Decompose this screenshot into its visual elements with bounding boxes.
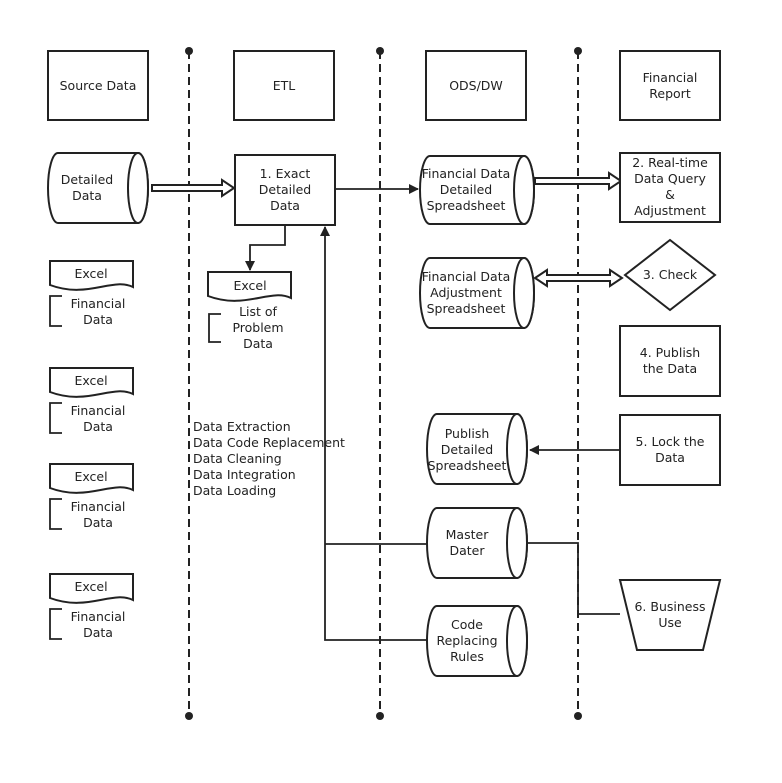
excel-doc-2-text: Excel: [74, 469, 107, 484]
financial-data-2-text: Data: [83, 515, 113, 530]
step2-text: Adjustment: [634, 203, 706, 218]
financial-data-bracket-3: [49, 608, 62, 640]
lane-header-report-text: Report: [649, 86, 691, 101]
excel-doc-3-text: Excel: [74, 579, 107, 594]
excel-doc-1-text: Excel: [74, 373, 107, 388]
lane-header-report-text: Financial: [643, 70, 698, 85]
publish-spreadsheet-text: Detailed: [441, 442, 493, 457]
lane-header-ods-text: ODS/DW: [449, 78, 503, 93]
code-rules-text: Rules: [450, 649, 484, 664]
step2-text: Data Query: [634, 171, 706, 186]
detailed-data-cylinder-end: [127, 152, 149, 224]
financial-data-3-text: Financial: [71, 609, 126, 624]
step2-text: 2. Real-time: [632, 155, 708, 170]
lane-header-source-text: Source Data: [60, 78, 137, 93]
code-rules-text: Replacing: [436, 633, 497, 648]
lane-divider-dot: [376, 712, 384, 720]
financial-data-2-text: Financial: [71, 499, 126, 514]
step1-text: Detailed: [259, 182, 311, 197]
swimlane-diagram: Source Data ETL ODS/DW Financial Report Detai…: [0, 0, 782, 783]
step5-text: Data: [655, 450, 685, 465]
problem-list-text: Problem: [232, 320, 283, 335]
financial-data-bracket-0: [49, 295, 62, 327]
financial-data-bracket-1: [49, 402, 62, 434]
detailed-data-text: Detailed: [61, 172, 113, 187]
problem-list-bracket: [208, 313, 221, 343]
code-rules-text: Code: [451, 617, 483, 632]
etl-operation: Data Loading: [193, 483, 276, 498]
diagram-canvas: Source Data ETL ODS/DWFinancialReportDetai…: [47, 47, 722, 720]
lane-divider-dot: [185, 712, 193, 720]
lane-header-etl-text: ETL: [273, 78, 296, 93]
adjust-spreadsheet-text: Financial Data: [422, 269, 511, 284]
step2-text: &: [665, 187, 675, 202]
step3-text: 3. Check: [643, 267, 698, 282]
lane-divider-dot: [574, 47, 582, 55]
adjust-spreadsheet-text: Spreadsheet: [427, 301, 506, 316]
step4-text: the Data: [643, 361, 697, 376]
financial-data-1-text: Financial: [71, 403, 126, 418]
detailed-spreadsheet-cylinder-end: [513, 155, 535, 225]
code-rules-cylinder-end: [506, 605, 528, 677]
arrow-code-to-step1: [320, 226, 427, 641]
step5-text: 5. Lock the: [636, 434, 705, 449]
lane-divider-dot: [376, 47, 384, 55]
arrow-detailed-to-step1: [151, 178, 236, 198]
financial-data-0-text: Financial: [71, 296, 126, 311]
adjust-spreadsheet-text: Adjustment: [430, 285, 502, 300]
publish-spreadsheet-text: Publish: [445, 426, 490, 441]
step4-text: 4. Publish: [640, 345, 700, 360]
problem-list-text: Data: [243, 336, 273, 351]
etl-operation: Data Integration: [193, 467, 296, 482]
financial-data-0-text: Data: [83, 312, 113, 327]
problem-list-text: List of: [239, 304, 277, 319]
master-dater-text: Master: [446, 527, 490, 542]
detailed-spreadsheet-text: Spreadsheet: [427, 198, 506, 213]
publish-spreadsheet-cylinder-end: [506, 413, 528, 485]
excel-doc-0-text: Excel: [74, 266, 107, 281]
etl-operation: Data Cleaning: [193, 451, 282, 466]
arrow-step1-to-problem-list: [245, 225, 286, 271]
step1-text: 1. Exact: [260, 166, 311, 181]
line-master-to-business: [527, 542, 620, 615]
step1-text: Data: [270, 198, 300, 213]
detailed-data-text: Data: [72, 188, 102, 203]
master-dater-text: Dater: [449, 543, 485, 558]
financial-data-3-text: Data: [83, 625, 113, 640]
publish-spreadsheet-text: Spreadsheet: [428, 458, 507, 473]
master-dater-cylinder-end: [506, 507, 528, 579]
lane-divider-dot: [185, 47, 193, 55]
step6-text: Use: [658, 615, 682, 630]
adjust-spreadsheet-cylinder-end: [513, 257, 535, 329]
financial-data-bracket-2: [49, 498, 62, 530]
financial-data-1-text: Data: [83, 419, 113, 434]
problem-excel-doc-text: Excel: [233, 278, 266, 293]
etl-operation: Data Extraction: [193, 419, 291, 434]
etl-operation: Data Code Replacement: [193, 435, 345, 450]
detailed-spreadsheet-text: Financial Data: [422, 166, 511, 181]
step6-text: 6. Business: [634, 599, 705, 614]
detailed-spreadsheet-text: Detailed: [440, 182, 492, 197]
lane-divider-dot: [574, 712, 582, 720]
